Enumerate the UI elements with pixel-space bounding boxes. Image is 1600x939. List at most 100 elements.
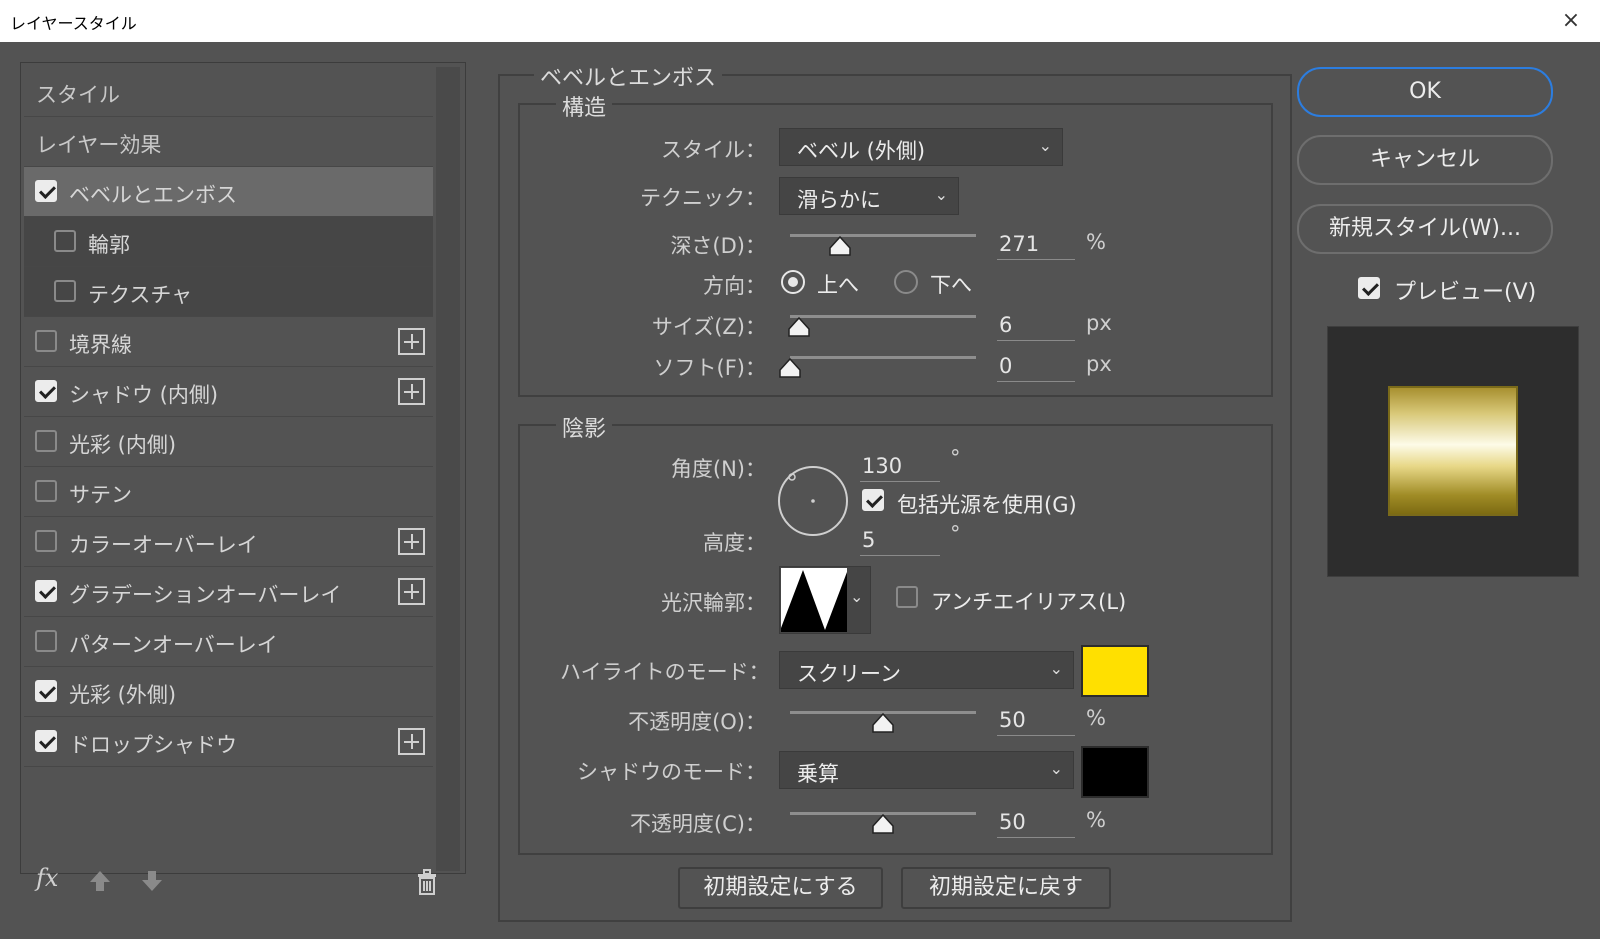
styles-heading[interactable]: スタイル <box>24 67 433 117</box>
effect-item-label: 境界線 <box>69 333 132 357</box>
ok-button[interactable]: OK <box>1297 67 1553 117</box>
depth-slider-track[interactable] <box>790 234 976 237</box>
size-slider-track[interactable] <box>790 315 976 318</box>
angle-input[interactable]: 130 <box>860 450 940 482</box>
soften-slider-thumb[interactable] <box>779 358 801 378</box>
add-color-overlay-plus-icon[interactable] <box>398 528 425 555</box>
direction-label: 方向： <box>703 274 766 298</box>
effect-item-stroke[interactable]: 境界線 <box>24 317 433 367</box>
contour-checkbox[interactable] <box>54 230 76 252</box>
preview-label[interactable]: プレビュー(V) <box>1394 274 1536 306</box>
reset-to-default-button[interactable]: 初期設定に戻す <box>901 867 1111 909</box>
trash-icon[interactable] <box>414 868 440 896</box>
effect-item-satin[interactable]: サテン <box>24 467 433 517</box>
drop-shadow-checkbox[interactable] <box>35 730 57 752</box>
highlight-opacity-slider-thumb[interactable] <box>872 713 894 733</box>
anti-alias-checkbox[interactable] <box>896 586 918 608</box>
preview-swatch <box>1388 386 1518 516</box>
shadow-mode-value: 乗算 <box>797 762 839 786</box>
cancel-button[interactable]: キャンセル <box>1297 135 1553 185</box>
dialog-title-bar: レイヤースタイル × <box>0 0 1600 42</box>
shadow-opacity-input[interactable]: 50 <box>997 806 1075 838</box>
direction-up-radio[interactable] <box>781 270 805 294</box>
depth-slider-thumb[interactable] <box>829 236 851 256</box>
add-stroke-plus-icon[interactable] <box>398 328 425 355</box>
layer-effects-heading[interactable]: レイヤー効果 <box>24 117 433 167</box>
add-inner-shadow-plus-icon[interactable] <box>398 378 425 405</box>
depth-input[interactable]: 271 <box>997 228 1075 260</box>
arrow-down-icon[interactable] <box>139 868 165 894</box>
inner-glow-checkbox[interactable] <box>35 430 57 452</box>
shadow-opacity-slider-thumb[interactable] <box>872 814 894 834</box>
shadow-color-swatch[interactable] <box>1081 746 1149 798</box>
shadow-mode-label: シャドウのモード： <box>577 760 766 784</box>
bevel-emboss-title: ベベルとエンボス <box>534 60 723 92</box>
satin-checkbox[interactable] <box>35 480 57 502</box>
gradient-overlay-checkbox[interactable] <box>35 580 57 602</box>
make-default-button[interactable]: 初期設定にする <box>678 867 883 909</box>
highlight-mode-select[interactable]: スクリーン ⌄ <box>779 651 1074 689</box>
arrow-up-icon[interactable] <box>87 868 113 894</box>
altitude-unit: ° <box>950 522 961 546</box>
size-slider-thumb[interactable] <box>788 317 811 337</box>
color-overlay-checkbox[interactable] <box>35 530 57 552</box>
texture-checkbox[interactable] <box>54 280 76 302</box>
add-gradient-overlay-plus-icon[interactable] <box>398 578 425 605</box>
global-light-label[interactable]: 包括光源を使用(G) <box>897 489 1077 519</box>
technique-select[interactable]: 滑らかに ⌄ <box>779 177 959 215</box>
outer-glow-checkbox[interactable] <box>35 680 57 702</box>
highlight-mode-label: ハイライトのモード： <box>560 660 770 684</box>
effect-item-pattern-overlay[interactable]: パターンオーバーレイ <box>24 617 433 667</box>
bevel-emboss-checkbox[interactable] <box>35 180 57 202</box>
styles-heading-label: スタイル <box>36 83 120 107</box>
effect-item-bevel-emboss[interactable]: ベベルとエンボス <box>24 167 433 217</box>
effect-item-color-overlay[interactable]: カラーオーバーレイ <box>24 517 433 567</box>
pattern-overlay-checkbox[interactable] <box>35 630 57 652</box>
effect-item-label: カラーオーバーレイ <box>69 533 258 557</box>
bevel-style-select[interactable]: ベベル (外側) ⌄ <box>779 128 1063 166</box>
effect-item-inner-glow[interactable]: 光彩 (内側) <box>24 417 433 467</box>
angle-label: 角度(N)： <box>670 457 766 481</box>
soften-input[interactable]: 0 <box>997 350 1075 382</box>
stroke-checkbox[interactable] <box>35 330 57 352</box>
close-icon[interactable]: × <box>1556 6 1586 36</box>
size-input[interactable]: 6 <box>997 309 1075 341</box>
effect-item-contour[interactable]: 輪郭 <box>24 217 433 267</box>
preview-checkbox[interactable] <box>1358 277 1380 299</box>
altitude-label: 高度： <box>703 531 766 555</box>
chevron-down-icon: ⌄ <box>850 587 864 606</box>
direction-down-label[interactable]: 下へ <box>930 269 972 299</box>
effect-item-label: テクスチャ <box>88 283 193 307</box>
soften-slider-track[interactable] <box>790 356 976 359</box>
dialog-title: レイヤースタイル <box>10 14 137 33</box>
effect-item-outer-glow[interactable]: 光彩 (外側) <box>24 667 433 717</box>
highlight-opacity-unit: % <box>1086 706 1106 730</box>
effect-item-label: 光彩 (外側) <box>69 683 177 707</box>
direction-down-radio[interactable] <box>894 270 918 294</box>
effect-item-label: サテン <box>69 483 132 507</box>
effect-item-gradient-overlay[interactable]: グラデーションオーバーレイ <box>24 567 433 617</box>
effect-item-label: ドロップシャドウ <box>69 733 237 757</box>
fx-menu-button[interactable]: fx <box>36 864 58 892</box>
inner-shadow-checkbox[interactable] <box>35 380 57 402</box>
structure-title: 構造 <box>556 90 613 122</box>
effect-item-label: 輪郭 <box>88 233 130 257</box>
highlight-color-swatch[interactable] <box>1081 645 1149 697</box>
highlight-opacity-input[interactable]: 50 <box>997 704 1075 736</box>
gloss-contour-picker[interactable]: ⌄ <box>779 566 871 634</box>
anti-alias-label[interactable]: アンチエイリアス(L) <box>931 586 1126 616</box>
chevron-down-icon: ⌄ <box>1038 136 1052 155</box>
altitude-input[interactable]: 5 <box>860 524 940 556</box>
direction-up-label[interactable]: 上へ <box>817 269 859 299</box>
angle-dial[interactable] <box>776 464 850 538</box>
effect-item-inner-shadow[interactable]: シャドウ (内側) <box>24 367 433 417</box>
styles-list-scrollbar[interactable] <box>436 67 460 871</box>
size-unit: px <box>1086 311 1112 335</box>
shadow-mode-select[interactable]: 乗算 ⌄ <box>779 751 1074 789</box>
angle-unit: ° <box>950 446 961 470</box>
new-style-button[interactable]: 新規スタイル(W)... <box>1297 204 1553 254</box>
effect-item-drop-shadow[interactable]: ドロップシャドウ <box>24 717 433 767</box>
effect-item-texture[interactable]: テクスチャ <box>24 267 433 317</box>
global-light-checkbox[interactable] <box>862 489 884 511</box>
add-drop-shadow-plus-icon[interactable] <box>398 728 425 755</box>
